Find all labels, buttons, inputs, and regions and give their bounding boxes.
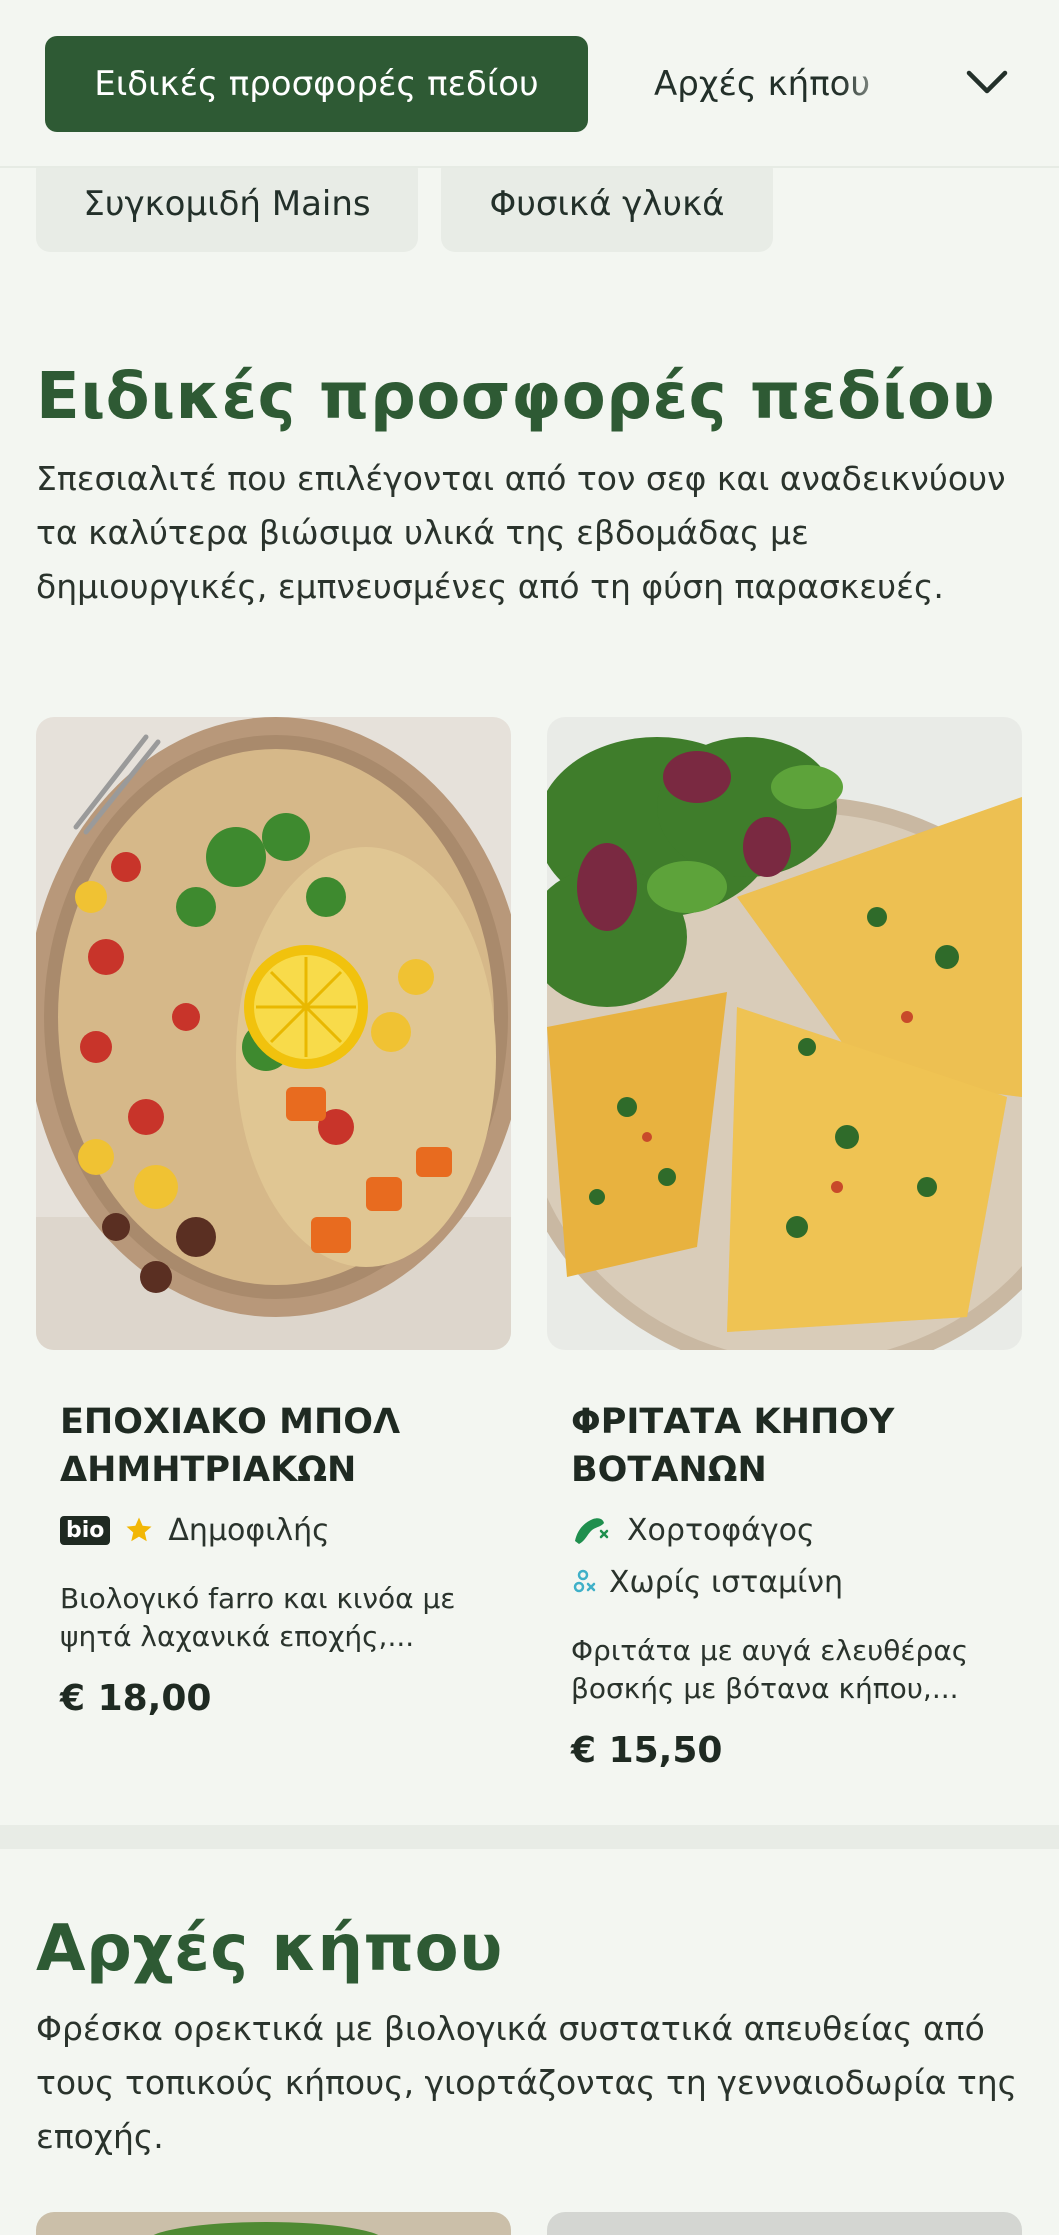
section-divider	[0, 1825, 1059, 1849]
dish-price: € 15,50	[571, 1730, 723, 1771]
chip-natural-desserts[interactable]: Φυσικά γλυκά	[441, 156, 773, 252]
dish-price: € 18,00	[60, 1678, 212, 1719]
tab-field-specials[interactable]: Ειδικές προσφορές πεδίου	[45, 36, 588, 132]
dish-name[interactable]: ΦΡΙΤΑΤΑ ΚΗΠΟΥ ΒΟΤΑΝΩΝ	[571, 1398, 991, 1494]
section-description-garden: Φρέσκα ορεκτικά με βιολογικά συστατικά α…	[36, 2009, 1018, 2156]
tag-histamine-free: Χωρίς ισταμίνη	[609, 1564, 844, 1600]
tab-scroll-fade	[840, 36, 910, 132]
star-icon	[124, 1515, 154, 1545]
dish-tag-vegetarian: Χορτοφάγος	[571, 1508, 815, 1552]
dish-image-frittata[interactable]	[547, 717, 1022, 1350]
dish-tags: bio Δημοφιλής	[60, 1508, 330, 1552]
dish-image-grain-bowl[interactable]	[36, 717, 511, 1350]
dish-tag-histamine-free: Χωρίς ισταμίνη	[571, 1560, 843, 1604]
dish-image-next[interactable]	[547, 2212, 1022, 2235]
dish-image-next[interactable]	[36, 2212, 511, 2235]
gluten-free-icon	[571, 1567, 597, 1597]
chevron-down-icon[interactable]	[962, 58, 1012, 108]
tag-popular: Δημοφιλής	[168, 1512, 330, 1548]
dish-description: Φριτάτα με αυγά ελευθέρας βοσκής με βότα…	[571, 1634, 969, 1705]
dish-description: Βιολογικό farro και κινόα με ψητά λαχανι…	[60, 1582, 456, 1653]
category-nav: Ειδικές προσφορές πεδίου Αρχές κήπου	[0, 0, 1059, 168]
section-title-garden: Αρχές κήπου	[36, 1912, 503, 1986]
section-title-specials: Ειδικές προσφορές πεδίου	[36, 360, 996, 434]
bio-badge: bio	[60, 1515, 111, 1545]
section-description-specials: Σπεσιαλιτέ που επιλέγονται από τον σεφ κ…	[36, 459, 1006, 606]
tag-vegetarian: Χορτοφάγος	[627, 1512, 815, 1548]
vegetarian-icon	[571, 1513, 613, 1547]
chip-harvest-mains[interactable]: Συγκομιδή Mains	[36, 156, 418, 252]
dish-name[interactable]: ΕΠΟΧΙΑΚΟ ΜΠΟΛ ΔΗΜΗΤΡΙΑΚΩΝ	[60, 1398, 480, 1494]
